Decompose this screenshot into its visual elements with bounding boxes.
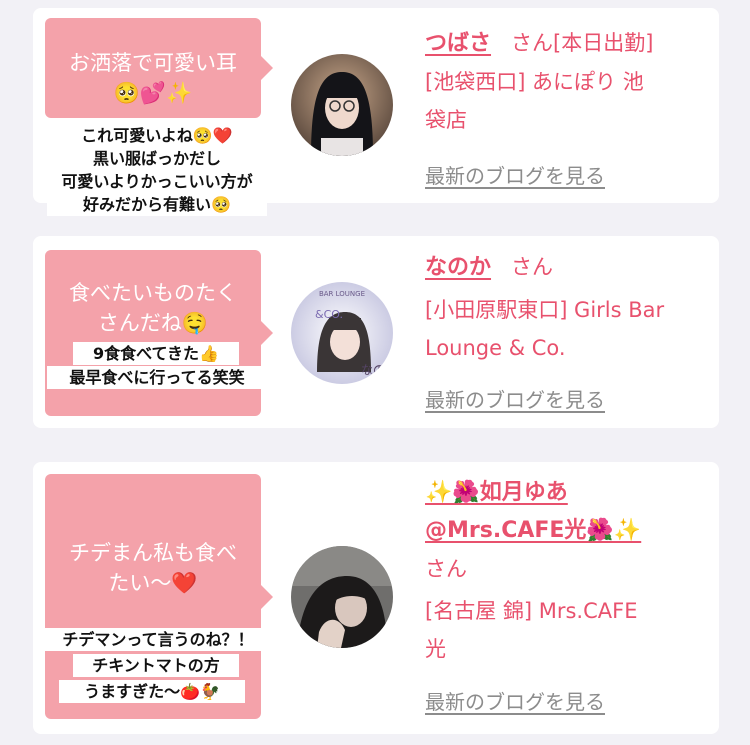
latest-blog-link[interactable]: 最新のブログを見る [425,160,605,189]
reply-line: チキントマトの方 [92,656,220,675]
bubble-line: 🥺💕✨ [113,81,193,105]
reply-caption: これ可愛いよね🥺❤️ 黒い服ばっかだし 可愛いよりかっこいい方が 好みだから有難… [47,124,267,216]
honorific: さん [511,255,554,279]
message-bubble: お洒落で可愛い耳 🥺💕✨ [45,18,273,118]
shop-line: [名古屋 錦] Mrs.CAFE [425,599,638,623]
reply-line: 好みだから有難い🥺 [83,195,231,214]
name-row: なのか さん [425,248,711,287]
avatar-text: BAR LOUNGE [319,290,365,298]
avatar[interactable] [291,54,393,156]
latest-blog-link[interactable]: 最新のブログを見る [425,384,605,413]
reply-line: 可愛いよりかっこいい方が [61,172,253,191]
bubble-text: お洒落で可愛い耳 🥺💕✨ [45,48,261,108]
bubble-line: 食べたいものたく [69,281,237,305]
bubble-text: チデまん私も食べ たい〜❤️ [45,538,261,598]
reply-caption: 9食食べてきた👍 [73,342,239,365]
bubble-line: さんだね🤤 [97,311,209,335]
cast-info: なのか さん [小田原駅東口] Girls Bar Lounge & Co. [425,248,711,367]
avatar-photo: BAR LOUNGE &CO. なの [291,282,393,384]
reply-caption: チキントマトの方 [73,654,239,677]
reply-line: うますぎた〜🍅🐓 [84,682,220,701]
avatar-text: &CO. [315,308,343,321]
diary-card-3: チデまん私も食べ たい〜❤️ チデマンって言うのね？！ チキントマトの方 うます… [33,462,719,734]
reply-line: チデマンって言うのね？！ [62,630,254,649]
shop-line: 袋店 [425,108,467,132]
reply-line: これ可愛いよね🥺❤️ [81,126,233,145]
reply-line: 最早食べに行ってる笑笑 [69,368,245,387]
avatar-text: なの [361,363,385,377]
avatar-photo [291,546,393,648]
shop-name: [小田原駅東口] Girls Bar Lounge & Co. [425,291,711,367]
status-text: [本日出勤] [553,31,654,55]
avatar[interactable] [291,546,393,648]
shop-name: [名古屋 錦] Mrs.CAFE 光 [425,592,711,668]
latest-blog-link[interactable]: 最新のブログを見る [425,686,605,715]
bubble-line: お洒落で可愛い耳 [69,51,237,75]
shop-line: 光 [425,637,446,661]
shop-line: [池袋西口] あにぽり 池 [425,70,644,94]
reply-caption: 最早食べに行ってる笑笑 [47,366,267,389]
diary-card-2: 食べたいものたく さんだね🤤 9食食べてきた👍 最早食べに行ってる笑笑 BAR … [33,236,719,428]
name-row: つばさ さん[本日出勤] [425,24,711,63]
shop-name: [池袋西口] あにぽり 池 袋店 [425,63,711,139]
cast-name-link[interactable]: つばさ [425,31,491,56]
honorific: さん [511,31,554,55]
cast-name-link[interactable]: ✨🌺如月ゆあ [425,474,711,512]
shop-line: Lounge & Co. [425,336,566,360]
message-bubble: 食べたいものたく さんだね🤤 [45,250,273,416]
reply-caption: チデマンって言うのね？！ [39,628,277,651]
name-row: ✨🌺如月ゆあ @Mrs.CAFE光🌺✨ さん [425,474,711,588]
bubble-line: チデまん私も食べ [69,541,237,565]
bubble-line: たい〜❤️ [108,571,198,595]
bubble-text: 食べたいものたく さんだね🤤 [45,278,261,338]
cast-name-link[interactable]: なのか [425,255,491,280]
cast-name-link[interactable]: @Mrs.CAFE光🌺✨ [425,512,711,550]
cast-info: ✨🌺如月ゆあ @Mrs.CAFE光🌺✨ さん [名古屋 錦] Mrs.CAFE … [425,474,711,668]
reply-caption: うますぎた〜🍅🐓 [59,680,245,703]
avatar-photo [291,54,393,156]
reply-line: 黒い服ばっかだし [92,149,221,168]
shop-line: [小田原駅東口] Girls Bar [425,298,665,322]
reply-line: 9食食べてきた👍 [93,344,219,363]
avatar[interactable]: BAR LOUNGE &CO. なの [291,282,393,384]
honorific: さん [425,557,467,581]
diary-card-1: お洒落で可愛い耳 🥺💕✨ これ可愛いよね🥺❤️ 黒い服ばっかだし 可愛いよりかっ… [33,8,719,216]
cast-info: つばさ さん[本日出勤] [池袋西口] あにぽり 池 袋店 [425,24,711,139]
